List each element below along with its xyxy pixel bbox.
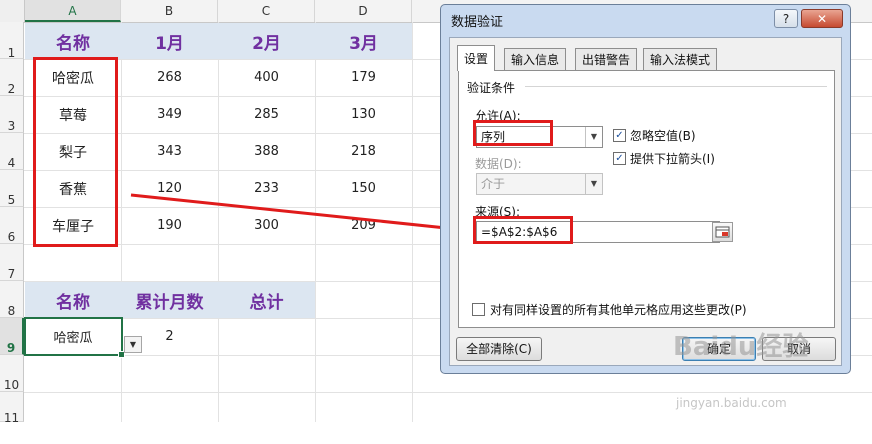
settings-panel: 验证条件 允许(A): 序列 ▼ ✓ 忽略空值(B) ✓ 提供下拉箭头(I) 数… xyxy=(458,70,835,328)
tab-settings[interactable]: 设置 xyxy=(457,45,496,71)
validation-criteria-label: 验证条件 xyxy=(467,81,516,95)
clear-all-button[interactable]: 全部清除(C) xyxy=(456,337,542,361)
data-select: 介于 ▼ xyxy=(476,173,603,195)
help-button[interactable]: ? xyxy=(774,9,798,28)
tab-input-message[interactable]: 输入信息 xyxy=(504,48,567,70)
in-cell-dropdown-checkbox[interactable]: ✓ xyxy=(613,152,626,165)
tab-ime-mode[interactable]: 输入法模式 xyxy=(643,48,718,70)
dialog-body: 设置 输入信息 出错警告 输入法模式 验证条件 允许(A): 序列 ▼ ✓ 忽略… xyxy=(449,37,842,366)
highlight-box-allow xyxy=(473,120,553,146)
data-select-value: 介于 xyxy=(481,177,506,191)
watermark-url: jingyan.baidu.com xyxy=(676,396,787,410)
in-cell-dropdown-label: 提供下拉箭头(I) xyxy=(630,152,715,166)
watermark-logo: Baidu经验 xyxy=(673,332,809,362)
chevron-down-icon[interactable]: ▼ xyxy=(585,127,602,147)
chevron-down-icon: ▼ xyxy=(585,174,602,194)
ignore-blank-label: 忽略空值(B) xyxy=(630,129,696,143)
range-select-button[interactable] xyxy=(712,222,733,242)
range-picker-icon xyxy=(715,226,730,238)
data-label: 数据(D): xyxy=(475,157,522,171)
ignore-blank-checkbox[interactable]: ✓ xyxy=(613,129,626,142)
dialog-title: 数据验证 xyxy=(451,15,504,30)
apply-all-checkbox[interactable] xyxy=(472,303,485,316)
tab-error-alert[interactable]: 出错警告 xyxy=(575,48,638,70)
highlight-box-source xyxy=(473,216,573,244)
apply-all-label: 对有同样设置的所有其他单元格应用这些更改(P) xyxy=(490,303,747,317)
group-divider xyxy=(525,86,827,87)
data-validation-dialog: 数据验证 ? ✕ 设置 输入信息 出错警告 输入法模式 验证条件 允许(A): … xyxy=(440,4,851,374)
close-button[interactable]: ✕ xyxy=(801,9,843,28)
